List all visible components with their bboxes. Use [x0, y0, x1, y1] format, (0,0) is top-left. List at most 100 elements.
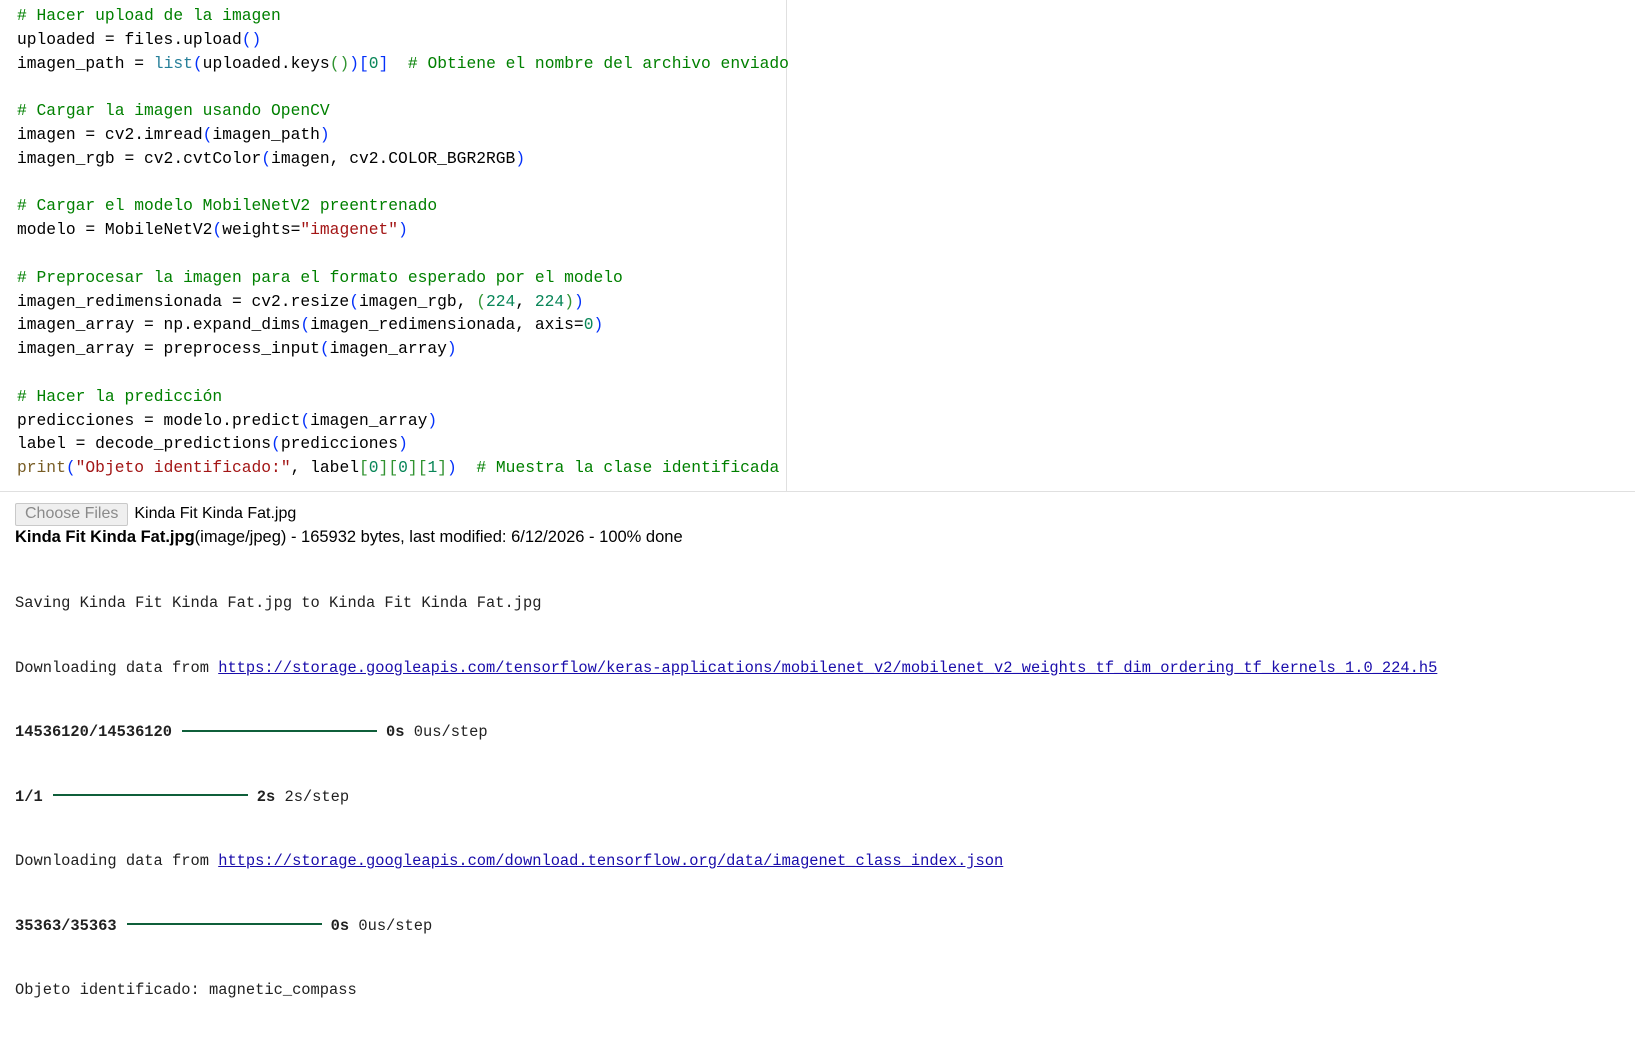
- code-token: ): [593, 315, 604, 335]
- code-token: 224: [534, 291, 565, 311]
- chosen-file-name: Kinda Fit Kinda Fat.jpg: [134, 505, 297, 522]
- code-token: [: [359, 458, 369, 478]
- code-line: imagen_rgb = cv2.cvtColor(imagen, cv2.CO…: [17, 147, 789, 171]
- code-token: ): [446, 339, 457, 359]
- code-token: imagen_array: [329, 339, 447, 359]
- progress-rate: 0us/step: [413, 723, 488, 741]
- cell-divider: [0, 491, 1635, 492]
- code-token: print: [17, 458, 66, 478]
- progress-line-weights: 14536120/14536120 0s 0us/step: [15, 722, 1625, 744]
- code-line: imagen_array = np.expand_dims(imagen_red…: [17, 313, 789, 337]
- class-index-download-link[interactable]: https://storage.googleapis.com/download.…: [218, 852, 1003, 870]
- code-token: "Objeto identificado:": [75, 458, 291, 478]
- code-token: imagen_array = np.expand_dims: [17, 315, 301, 335]
- code-line: uploaded = files.upload(): [17, 28, 789, 52]
- code-token: ): [349, 53, 360, 73]
- uploaded-file-name: Kinda Fit Kinda Fat.jpg: [15, 528, 195, 546]
- code-token: imagen_redimensionada, axis=: [310, 315, 584, 335]
- download-line-classes: Downloading data from https://storage.go…: [15, 851, 1625, 873]
- code-token: # Cargar la imagen usando OpenCV: [17, 101, 330, 121]
- code-token: [: [417, 458, 428, 478]
- code-token: # Hacer upload de la imagen: [17, 6, 281, 25]
- code-token: ): [398, 220, 408, 240]
- code-token: , label: [290, 458, 359, 478]
- code-token: 0: [368, 458, 379, 478]
- code-line: # Hacer la predicción: [17, 385, 789, 409]
- code-token: (: [65, 458, 76, 478]
- code-token: imagen_redimensionada = cv2.resize: [17, 291, 350, 311]
- code-token: (: [319, 339, 330, 359]
- choose-files-button[interactable]: Choose Files: [15, 502, 129, 526]
- code-token: ,: [515, 291, 535, 311]
- code-token: 0: [398, 458, 408, 478]
- progress-line-predict: 1/1 2s 2s/step: [15, 787, 1625, 809]
- code-token: predicciones = modelo.predict: [17, 410, 301, 430]
- progress-rate: 2s/step: [284, 787, 350, 806]
- code-token: weights=: [222, 220, 301, 240]
- code-token: imagen_path: [212, 124, 320, 144]
- code-line: # Hacer upload de la imagen: [17, 4, 789, 28]
- cell-output: Choose Files Kinda Fit Kinda Fat.jpg Kin…: [15, 502, 1625, 1045]
- code-token: ]: [378, 53, 389, 73]
- download-prefix: Downloading data from: [15, 658, 219, 677]
- code-token: 0: [368, 53, 379, 73]
- code-token: label = decode_predictions: [17, 434, 272, 454]
- code-line: label = decode_predictions(predicciones): [17, 432, 789, 456]
- code-token: # Preprocesar la imagen para el formato …: [17, 267, 623, 287]
- code-token: uploaded.keys: [202, 53, 330, 73]
- code-token: # Cargar el modelo MobileNetV2 preentren…: [17, 196, 438, 216]
- code-token: (: [300, 410, 311, 430]
- code-token: 224: [486, 291, 516, 311]
- code-token: list: [153, 53, 193, 73]
- code-line: imagen_array = preprocess_input(imagen_a…: [17, 337, 789, 361]
- code-token: (: [349, 291, 359, 311]
- code-token: "imagenet": [300, 220, 399, 240]
- code-editor[interactable]: # Hacer upload de la imagen uploaded = fi…: [17, 4, 789, 480]
- code-cell[interactable]: # Hacer upload de la imagen uploaded = fi…: [0, 0, 789, 491]
- code-token: imagen_rgb = cv2.cvtColor: [17, 148, 262, 168]
- code-line: # Cargar el modelo MobileNetV2 preentren…: [17, 194, 789, 218]
- progress-time: 2s: [256, 787, 276, 806]
- code-token: (: [212, 220, 223, 240]
- code-token: # Muestra la clase identificada: [476, 458, 780, 478]
- code-line: imagen_path = list(uploaded.keys())[0] #…: [17, 52, 789, 76]
- code-token: (: [271, 434, 281, 454]
- code-token: predicciones: [280, 434, 399, 454]
- code-token: (): [241, 29, 262, 49]
- code-token: imagen_path =: [17, 53, 154, 73]
- code-token: ): [515, 148, 526, 168]
- progress-bar: [126, 923, 322, 926]
- code-token: uploaded = files.upload: [17, 29, 242, 49]
- code-line: predicciones = modelo.predict(imagen_arr…: [17, 409, 789, 433]
- uploaded-file-details: (image/jpeg) - 165932 bytes, last modifi…: [194, 528, 683, 546]
- progress-bar: [52, 794, 248, 797]
- code-token: imagen_array: [310, 410, 428, 430]
- progress-count: 1/1: [15, 787, 43, 806]
- code-token: ]: [378, 458, 389, 478]
- code-token: (: [261, 148, 272, 168]
- progress-count: 35363/35363: [15, 916, 117, 935]
- code-token: ): [447, 458, 457, 478]
- download-line-weights: Downloading data from https://storage.go…: [15, 658, 1625, 680]
- code-token: imagen_array = preprocess_input: [17, 339, 320, 359]
- progress-time: 0s: [330, 916, 350, 935]
- code-token: # Obtiene el nombre del archivo enviado: [407, 53, 789, 73]
- code-token: modelo = MobileNetV2: [17, 220, 213, 240]
- code-token: ]: [407, 458, 418, 478]
- code-token: (: [476, 291, 487, 311]
- code-token: (): [329, 53, 350, 73]
- progress-rate: 0us/step: [358, 916, 433, 935]
- download-prefix: Downloading data from: [15, 852, 219, 870]
- code-line: imagen_redimensionada = cv2.resize(image…: [17, 290, 789, 314]
- progress-line-classes: 35363/35363 0s 0us/step: [15, 916, 1625, 938]
- weights-download-link[interactable]: https://storage.googleapis.com/tensorflo…: [218, 659, 1437, 677]
- progress-time: 0s: [386, 723, 405, 741]
- code-line: print("Objeto identificado:", label[0][0…: [17, 456, 789, 480]
- code-token: (: [192, 53, 203, 73]
- code-token: ): [398, 434, 408, 454]
- progress-bar: [182, 729, 378, 732]
